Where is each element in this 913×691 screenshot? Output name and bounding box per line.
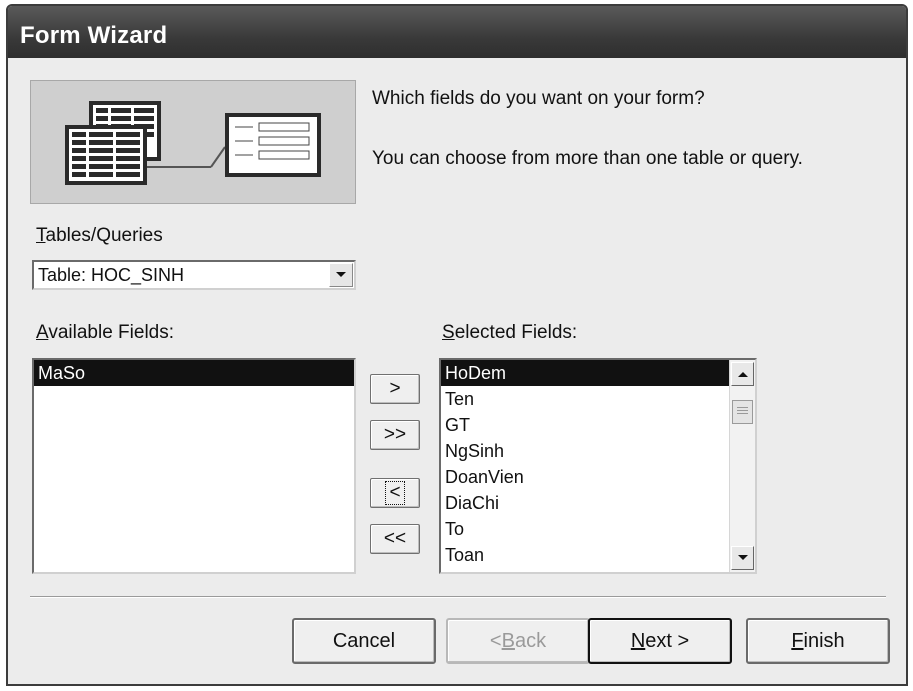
window-title: Form Wizard: [20, 22, 168, 49]
tables-queries-value: Table: HOC_SINH: [38, 265, 185, 285]
prompt-fields-question: Which fields do you want on your form?: [372, 88, 705, 109]
scroll-thumb[interactable]: [732, 400, 753, 424]
chevron-up-icon: [737, 372, 748, 377]
add-field-button[interactable]: >: [370, 374, 420, 404]
combo-dropdown-button[interactable]: [329, 263, 353, 287]
selected-fields-scrollbar[interactable]: [729, 360, 755, 572]
chevron-down-icon: [737, 555, 748, 560]
list-item[interactable]: Toan: [441, 542, 729, 568]
wizard-illustration: [30, 80, 356, 204]
list-item[interactable]: HoDem: [441, 360, 729, 386]
list-item[interactable]: MaSo: [34, 360, 354, 386]
form-wizard-window: Form Wizard Which fields do you want on …: [6, 4, 908, 686]
list-item[interactable]: DiaChi: [441, 490, 729, 516]
list-item[interactable]: Ten: [441, 386, 729, 412]
finish-button[interactable]: Finish: [746, 618, 890, 664]
scroll-up-button[interactable]: [731, 362, 754, 386]
tables-to-form-icon: [65, 101, 321, 185]
dialog-body: Which fields do you want on your form? Y…: [8, 58, 906, 684]
list-item[interactable]: GT: [441, 412, 729, 438]
available-fields-label: Available Fields:: [36, 322, 175, 343]
footer-divider: [30, 596, 886, 598]
next-button[interactable]: Next >: [588, 618, 732, 664]
scroll-down-button[interactable]: [731, 546, 754, 570]
back-button[interactable]: < Back: [446, 618, 590, 664]
tables-queries-combo[interactable]: Table: HOC_SINH: [32, 260, 356, 290]
tables-queries-label: Tables/Queries: [36, 225, 163, 246]
chevron-down-icon: [336, 272, 346, 277]
list-item[interactable]: NgSinh: [441, 438, 729, 464]
remove-all-fields-button[interactable]: <<: [370, 524, 420, 554]
list-item[interactable]: DoanVien: [441, 464, 729, 490]
available-fields-list[interactable]: MaSo: [32, 358, 356, 574]
add-all-fields-button[interactable]: >>: [370, 420, 420, 450]
selected-fields-label: Selected Fields:: [442, 322, 578, 343]
selected-fields-list[interactable]: HoDem Ten GT NgSinh DoanVien DiaChi To T…: [439, 358, 757, 574]
prompt-choose-hint: You can choose from more than one table …: [372, 148, 803, 169]
list-item[interactable]: To: [441, 516, 729, 542]
remove-field-button[interactable]: <: [370, 478, 420, 508]
title-bar[interactable]: Form Wizard: [8, 6, 906, 58]
cancel-button[interactable]: Cancel: [292, 618, 436, 664]
